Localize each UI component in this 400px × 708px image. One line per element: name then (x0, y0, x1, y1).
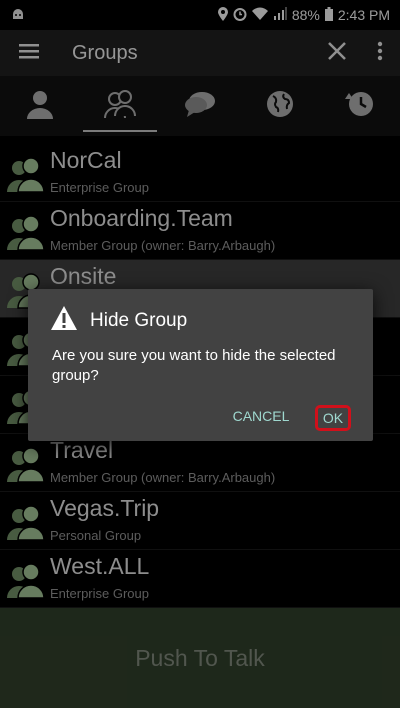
cancel-button[interactable]: CANCEL (228, 404, 294, 428)
warning-icon (50, 305, 78, 336)
hide-group-dialog: Hide Group Are you sure you want to hide… (28, 289, 373, 441)
dialog-message: Are you sure you want to hide the select… (52, 347, 336, 384)
ok-button[interactable]: OK (315, 405, 351, 431)
dialog-header: Hide Group (50, 305, 187, 336)
dialog-title: Hide Group (90, 309, 188, 331)
